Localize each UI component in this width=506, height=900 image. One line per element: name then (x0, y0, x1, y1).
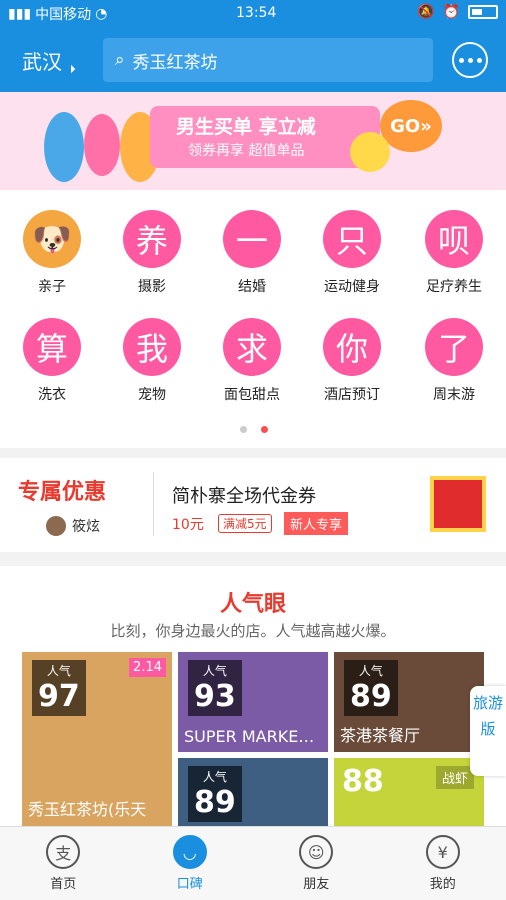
signal-icon: ▮▮▮ (8, 6, 32, 22)
popularity-score: 人气 89 (344, 660, 398, 716)
category-item[interactable]: 只运动健身 (302, 210, 402, 296)
new-user-badge: 新人专享 (284, 512, 349, 535)
bottom-tab-bar: 支首页 ◡ 口碑 ☺ 朋友 ¥ 我的 (0, 826, 506, 900)
friends-icon: ☺ (299, 835, 334, 869)
page-indicator (240, 426, 268, 433)
category-item[interactable]: 🐶 亲子 (2, 210, 102, 296)
banner-title: 男生买单 享立减 (176, 116, 316, 138)
section-subtitle: 比刻，你身边最火的店。人气越高越火爆。 (110, 622, 396, 640)
wifi-icon: ◔ (95, 6, 108, 22)
shop-card[interactable]: 人气 89 (178, 758, 328, 826)
category-item[interactable]: 我宠物 (102, 318, 202, 404)
popularity-score: 人气 97 (32, 660, 86, 716)
shop-card[interactable]: 人气 97 2.14 秀玉红茶坊(乐天 (22, 652, 172, 826)
tab-friends[interactable]: ☺ 朋友 (253, 827, 380, 900)
exclusive-offer[interactable]: 专属优惠 筱炫 简朴寨全场代金券 10元 满减5元 新人专享 (0, 458, 506, 552)
category-item[interactable]: 你酒店预订 (302, 318, 402, 404)
offer-tag: 专属优惠 (18, 480, 107, 505)
banner-subtitle: 领券再享 超值单品 (188, 143, 305, 159)
category-icon: 养 (123, 210, 181, 268)
koubei-icon: ◡ (172, 835, 207, 869)
popular-section: 人气眼 比刻，你身边最火的店。人气越高越火爆。 人气 97 2.14 秀玉红茶坊(… (0, 566, 506, 826)
caret-icon (66, 64, 76, 74)
category-item[interactable]: 求面包甜点 (202, 318, 302, 404)
popularity-score: 88 (342, 764, 384, 799)
shop-card[interactable]: 88 战虾 (334, 758, 484, 826)
battery-icon (468, 5, 498, 19)
search-input[interactable]: ⌕ 秀玉红茶坊 (103, 38, 433, 82)
category-item[interactable]: 算洗衣 (2, 318, 102, 404)
page-dot (240, 426, 247, 433)
city-selector[interactable]: 武汉 (0, 46, 100, 75)
status-bar: ▮▮▮ 中国移动 ◔ 13:54 🔕 ⏰ (0, 0, 506, 28)
category-icon: 我 (123, 318, 181, 376)
carrier: 中国移动 (35, 7, 92, 23)
gift-icon (430, 476, 486, 532)
promo-banner[interactable]: 男生买单 享立减 领券再享 超值单品 GO» (0, 92, 506, 190)
alarm-icon: ⏰ (442, 4, 460, 20)
tab-home[interactable]: 支首页 (0, 827, 127, 900)
category-grid: 🐶 亲子 养摄影 一结婚 只运动健身 呗足疗养生 算洗衣 我宠物 求面包甜点 你酒… (0, 190, 506, 448)
section-title: 人气眼 (219, 592, 286, 617)
home-icon: 支 (46, 835, 81, 869)
category-icon: 了 (425, 318, 483, 376)
popularity-score: 人气 89 (188, 766, 242, 822)
shop-name: 战虾 (435, 766, 474, 789)
travel-edition-button[interactable]: 旅游版 (470, 686, 506, 776)
offer-title: 简朴寨全场代金券 (172, 486, 316, 507)
offer-discount: 满减5元 (218, 514, 272, 533)
category-icon: 一 (223, 210, 281, 268)
tab-mine[interactable]: ¥ 我的 (380, 827, 506, 900)
page-dot-active (261, 426, 268, 433)
go-badge: GO» (380, 100, 442, 152)
tab-koubei[interactable]: ◡ 口碑 (127, 827, 254, 900)
offer-user: 筱炫 (46, 516, 100, 536)
top-bar: 武汉 ⌕ 秀玉红茶坊 (0, 28, 506, 92)
category-icon: 求 (223, 318, 281, 376)
divider (153, 472, 154, 536)
wallet-icon: ¥ (425, 835, 460, 869)
category-item[interactable]: 一结婚 (202, 210, 302, 296)
shop-card[interactable]: 人气 89 茶港茶餐厅 (334, 652, 484, 752)
shop-name: SUPER MARKE… (184, 727, 315, 746)
category-item[interactable]: 呗足疗养生 (404, 210, 504, 296)
mascot-blue (44, 112, 84, 182)
avatar (46, 516, 66, 536)
mascot-yellow (350, 132, 390, 172)
category-icon: 算 (23, 318, 81, 376)
shop-card[interactable]: 人气 93 SUPER MARKE… (178, 652, 328, 752)
city-label: 武汉 (22, 49, 62, 74)
offer-price: 10元 (172, 517, 204, 533)
more-button[interactable] (452, 42, 488, 78)
category-item[interactable]: 养摄影 (102, 210, 202, 296)
popularity-score: 人气 93 (188, 660, 242, 716)
category-icon: 呗 (425, 210, 483, 268)
category-item[interactable]: 了周末游 (404, 318, 504, 404)
search-icon: ⌕ (115, 50, 125, 70)
shop-name: 秀玉红茶坊(乐天 (28, 800, 147, 819)
mute-icon: 🔕 (417, 4, 435, 20)
category-icon: 你 (323, 318, 381, 376)
mascot-pink (84, 114, 120, 176)
search-placeholder: 秀玉红茶坊 (132, 52, 218, 73)
clock: 13:54 (236, 5, 277, 21)
category-icon: 只 (323, 210, 381, 268)
shop-name: 茶港茶餐厅 (340, 726, 421, 745)
dog-icon: 🐶 (23, 210, 81, 268)
date-badge: 2.14 (129, 658, 166, 677)
